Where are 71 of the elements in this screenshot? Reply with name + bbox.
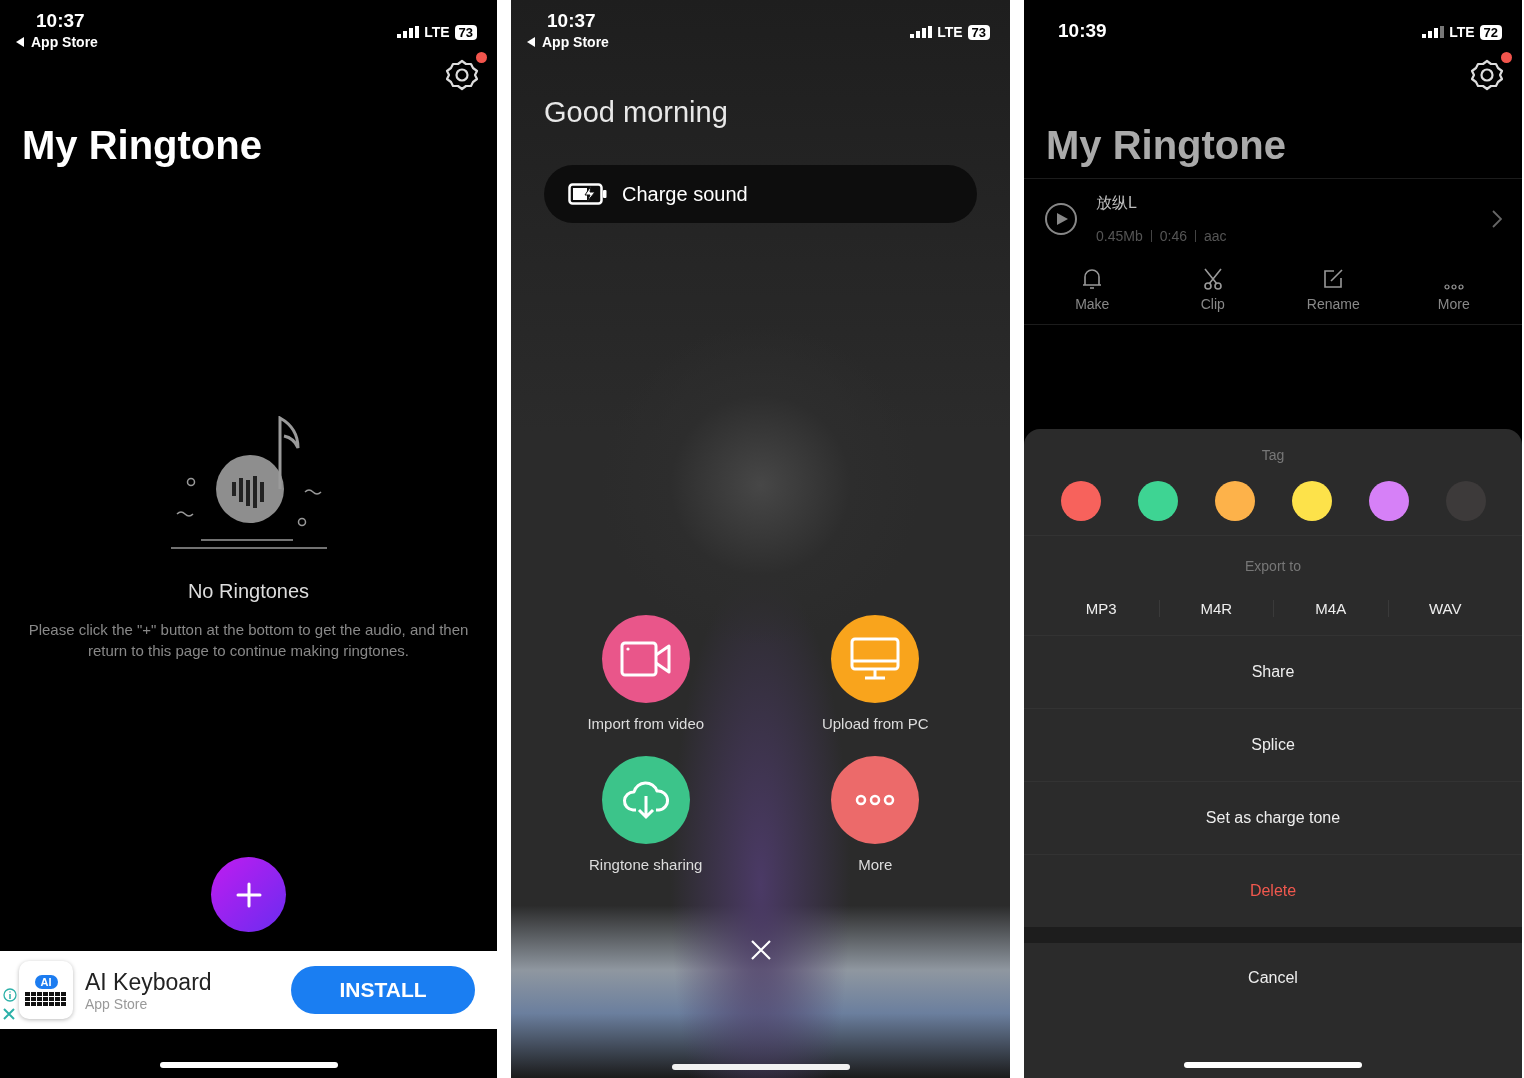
edit-icon (1322, 268, 1345, 290)
charge-sound-button[interactable]: Charge sound (544, 165, 977, 223)
file-size: 0.45Mb (1096, 228, 1143, 244)
tool-button[interactable]: Rename (1273, 268, 1394, 312)
export-format-option[interactable]: M4A (1273, 600, 1388, 617)
back-link[interactable]: App Store (31, 34, 98, 50)
sheet-action[interactable]: Splice (1024, 709, 1522, 782)
video-camera-icon (619, 639, 672, 679)
cancel-button[interactable]: Cancel (1024, 943, 1522, 1013)
app-icon-label: AI (34, 974, 58, 989)
tag-color-dot[interactable] (1214, 481, 1255, 521)
sheet-action[interactable]: Set as charge tone (1024, 782, 1522, 855)
export-format-option[interactable]: WAV (1387, 600, 1502, 617)
tag-color-dot[interactable] (1368, 481, 1409, 521)
page-title: My Ringtone (22, 122, 263, 169)
sheet-action[interactable]: Share (1024, 636, 1522, 709)
keyboard-icon (25, 991, 67, 1006)
settings-icon[interactable] (445, 58, 479, 92)
status-time: 10:37 (547, 10, 597, 32)
scissors-icon (1201, 268, 1224, 290)
ringtone-name: 放纵L (1096, 193, 1138, 213)
more-icon (1443, 284, 1464, 290)
section-label: Export to (1244, 558, 1302, 574)
info-icon[interactable] (3, 988, 17, 1002)
play-icon[interactable] (1044, 201, 1078, 236)
battery-indicator: 73 (454, 24, 477, 40)
battery-indicator: 73 (967, 24, 990, 40)
back-icon[interactable] (16, 37, 25, 47)
signal-icon (397, 26, 420, 38)
network-label: LTE (424, 24, 450, 40)
back-link[interactable]: App Store (542, 34, 609, 50)
file-format: aac (1203, 228, 1227, 244)
action-label: Ringtone sharing (589, 856, 703, 873)
chevron-right-icon (1492, 209, 1502, 228)
install-button[interactable]: INSTALL (291, 966, 475, 1014)
status-time: 10:37 (36, 10, 86, 32)
monitor-icon (850, 637, 901, 681)
bell-icon (1082, 268, 1103, 290)
tool-button[interactable]: Make (1032, 268, 1153, 312)
network-label: LTE (937, 24, 963, 40)
status-time: 10:39 (1058, 20, 1107, 42)
network-label: LTE (1449, 24, 1475, 40)
signal-icon (910, 26, 933, 38)
action-label: Import from video (587, 715, 705, 732)
cloud-download-icon (621, 780, 670, 820)
settings-icon[interactable] (1470, 58, 1504, 92)
battery-indicator: 72 (1479, 24, 1502, 40)
battery-charging-icon (568, 183, 608, 205)
ad-store-label: App Store (85, 995, 149, 1012)
export-format-option[interactable]: MP3 (1044, 600, 1159, 617)
ad-app-name: AI Keyboard (85, 968, 213, 996)
sheet-action[interactable]: Delete (1024, 855, 1522, 927)
duration: 0:46 (1159, 228, 1187, 244)
export-format-option[interactable]: M4R (1158, 600, 1273, 617)
action-label: More (858, 856, 893, 873)
action-label: Upload from PC (821, 715, 929, 732)
plus-icon (235, 881, 262, 908)
page-title: My Ringtone (1046, 122, 1287, 169)
greeting-text: Good morning (544, 96, 729, 129)
ringtone-row[interactable]: 放纵L 0.45Mb 0:46 aac (1024, 178, 1522, 258)
tool-button[interactable]: More (1393, 268, 1514, 312)
back-icon[interactable] (527, 37, 536, 47)
tag-color-dot[interactable] (1137, 481, 1178, 521)
empty-state-message: Please click the "+" button at the bottom to get the audio, and then return to this page to continue making ringtones. (28, 620, 469, 661)
signal-icon (1422, 26, 1445, 38)
empty-state-title: No Ringtones (187, 580, 310, 603)
tool-button[interactable]: Clip (1152, 268, 1273, 312)
tag-color-dot[interactable] (1291, 481, 1332, 521)
tag-color-dot[interactable] (1060, 481, 1101, 521)
more-icon (855, 794, 896, 806)
section-label: Tag (1260, 447, 1286, 463)
